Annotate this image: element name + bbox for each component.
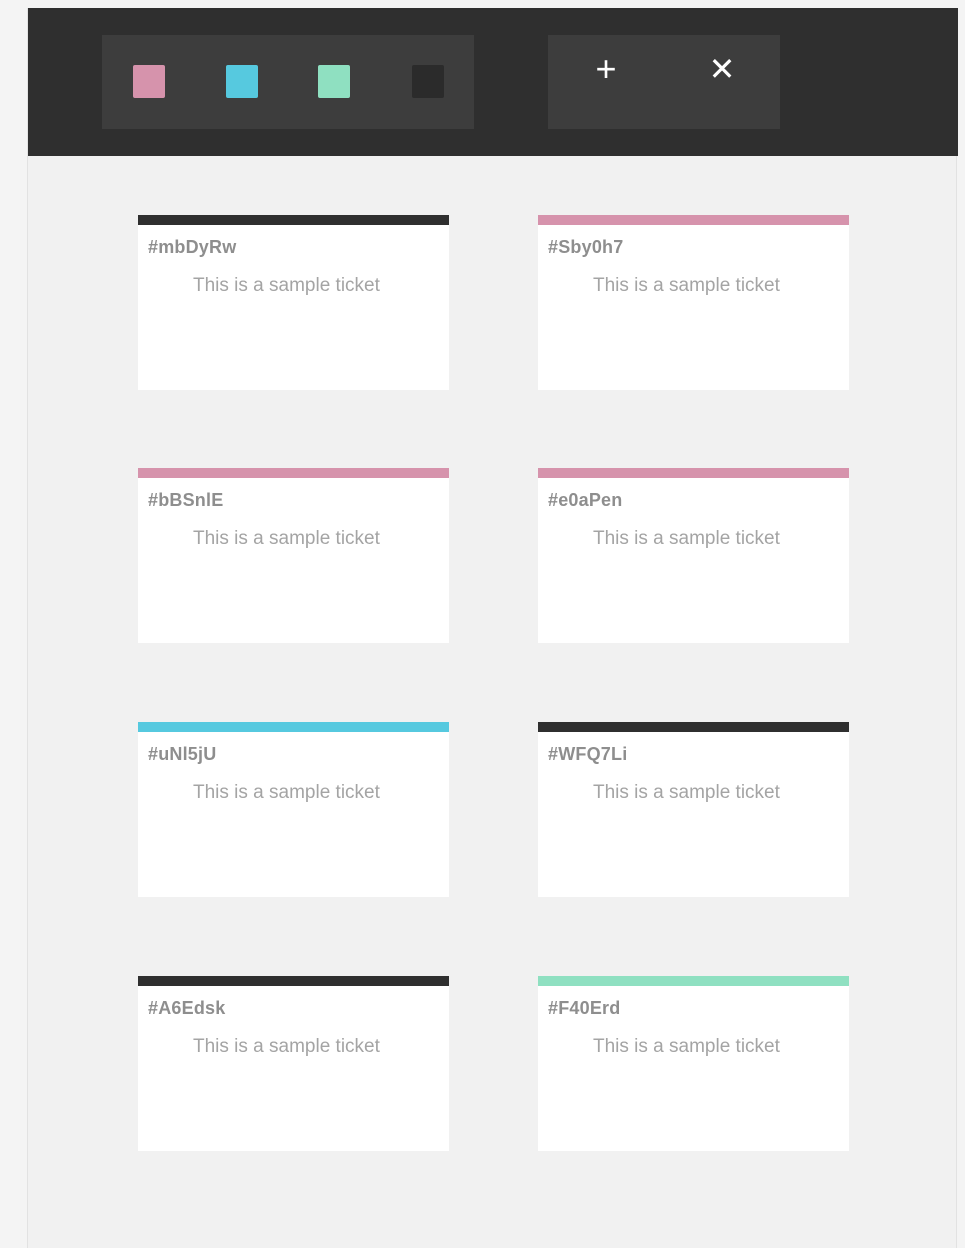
ticket-id: #F40Erd [548,998,621,1018]
ticket-color-bar [138,722,449,732]
ticket-id: #uNl5jU [148,744,217,764]
ticket-color-bar [538,468,849,478]
ticket-id: #A6Edsk [148,998,226,1018]
color-swatch-green[interactable] [318,65,350,98]
ticket-card[interactable]: #mbDyRw This is a sample ticket [138,215,449,390]
ticket-app: + ✕ #mbDyRw This is a sample ticket #Sby… [27,8,958,1248]
toolbar: + ✕ [28,8,958,156]
ticket-id: #Sby0h7 [548,237,624,257]
ticket-color-bar [538,215,849,225]
ticket-text: This is a sample ticket [193,275,380,296]
ticket-card[interactable]: #WFQ7Li This is a sample ticket [538,722,849,897]
action-buttons: + ✕ [548,35,780,129]
ticket-card[interactable]: #e0aPen This is a sample ticket [538,468,849,643]
ticket-card[interactable]: #F40Erd This is a sample ticket [538,976,849,1151]
color-swatch-pink[interactable] [133,65,165,98]
ticket-color-bar [138,468,449,478]
ticket-text: This is a sample ticket [193,1036,380,1057]
add-ticket-button[interactable]: + [576,49,636,89]
ticket-color-bar [138,215,449,225]
ticket-card[interactable]: #bBSnlE This is a sample ticket [138,468,449,643]
ticket-text: This is a sample ticket [593,1036,780,1057]
ticket-text: This is a sample ticket [193,528,380,549]
ticket-id: #bBSnlE [148,490,224,510]
color-swatch-blue[interactable] [226,65,258,98]
ticket-color-bar [538,722,849,732]
ticket-text: This is a sample ticket [593,528,780,549]
ticket-card[interactable]: #A6Edsk This is a sample ticket [138,976,449,1151]
ticket-text: This is a sample ticket [593,275,780,296]
color-picker [102,35,474,129]
ticket-color-bar [138,976,449,986]
color-swatch-dark[interactable] [412,65,444,98]
ticket-card[interactable]: #Sby0h7 This is a sample ticket [538,215,849,390]
ticket-card[interactable]: #uNl5jU This is a sample ticket [138,722,449,897]
ticket-text: This is a sample ticket [193,782,380,803]
ticket-board: #mbDyRw This is a sample ticket #Sby0h7 … [28,156,958,1248]
ticket-id: #e0aPen [548,490,623,510]
ticket-id: #WFQ7Li [548,744,628,764]
close-button[interactable]: ✕ [692,49,752,89]
ticket-color-bar [538,976,849,986]
ticket-text: This is a sample ticket [593,782,780,803]
ticket-id: #mbDyRw [148,237,237,257]
